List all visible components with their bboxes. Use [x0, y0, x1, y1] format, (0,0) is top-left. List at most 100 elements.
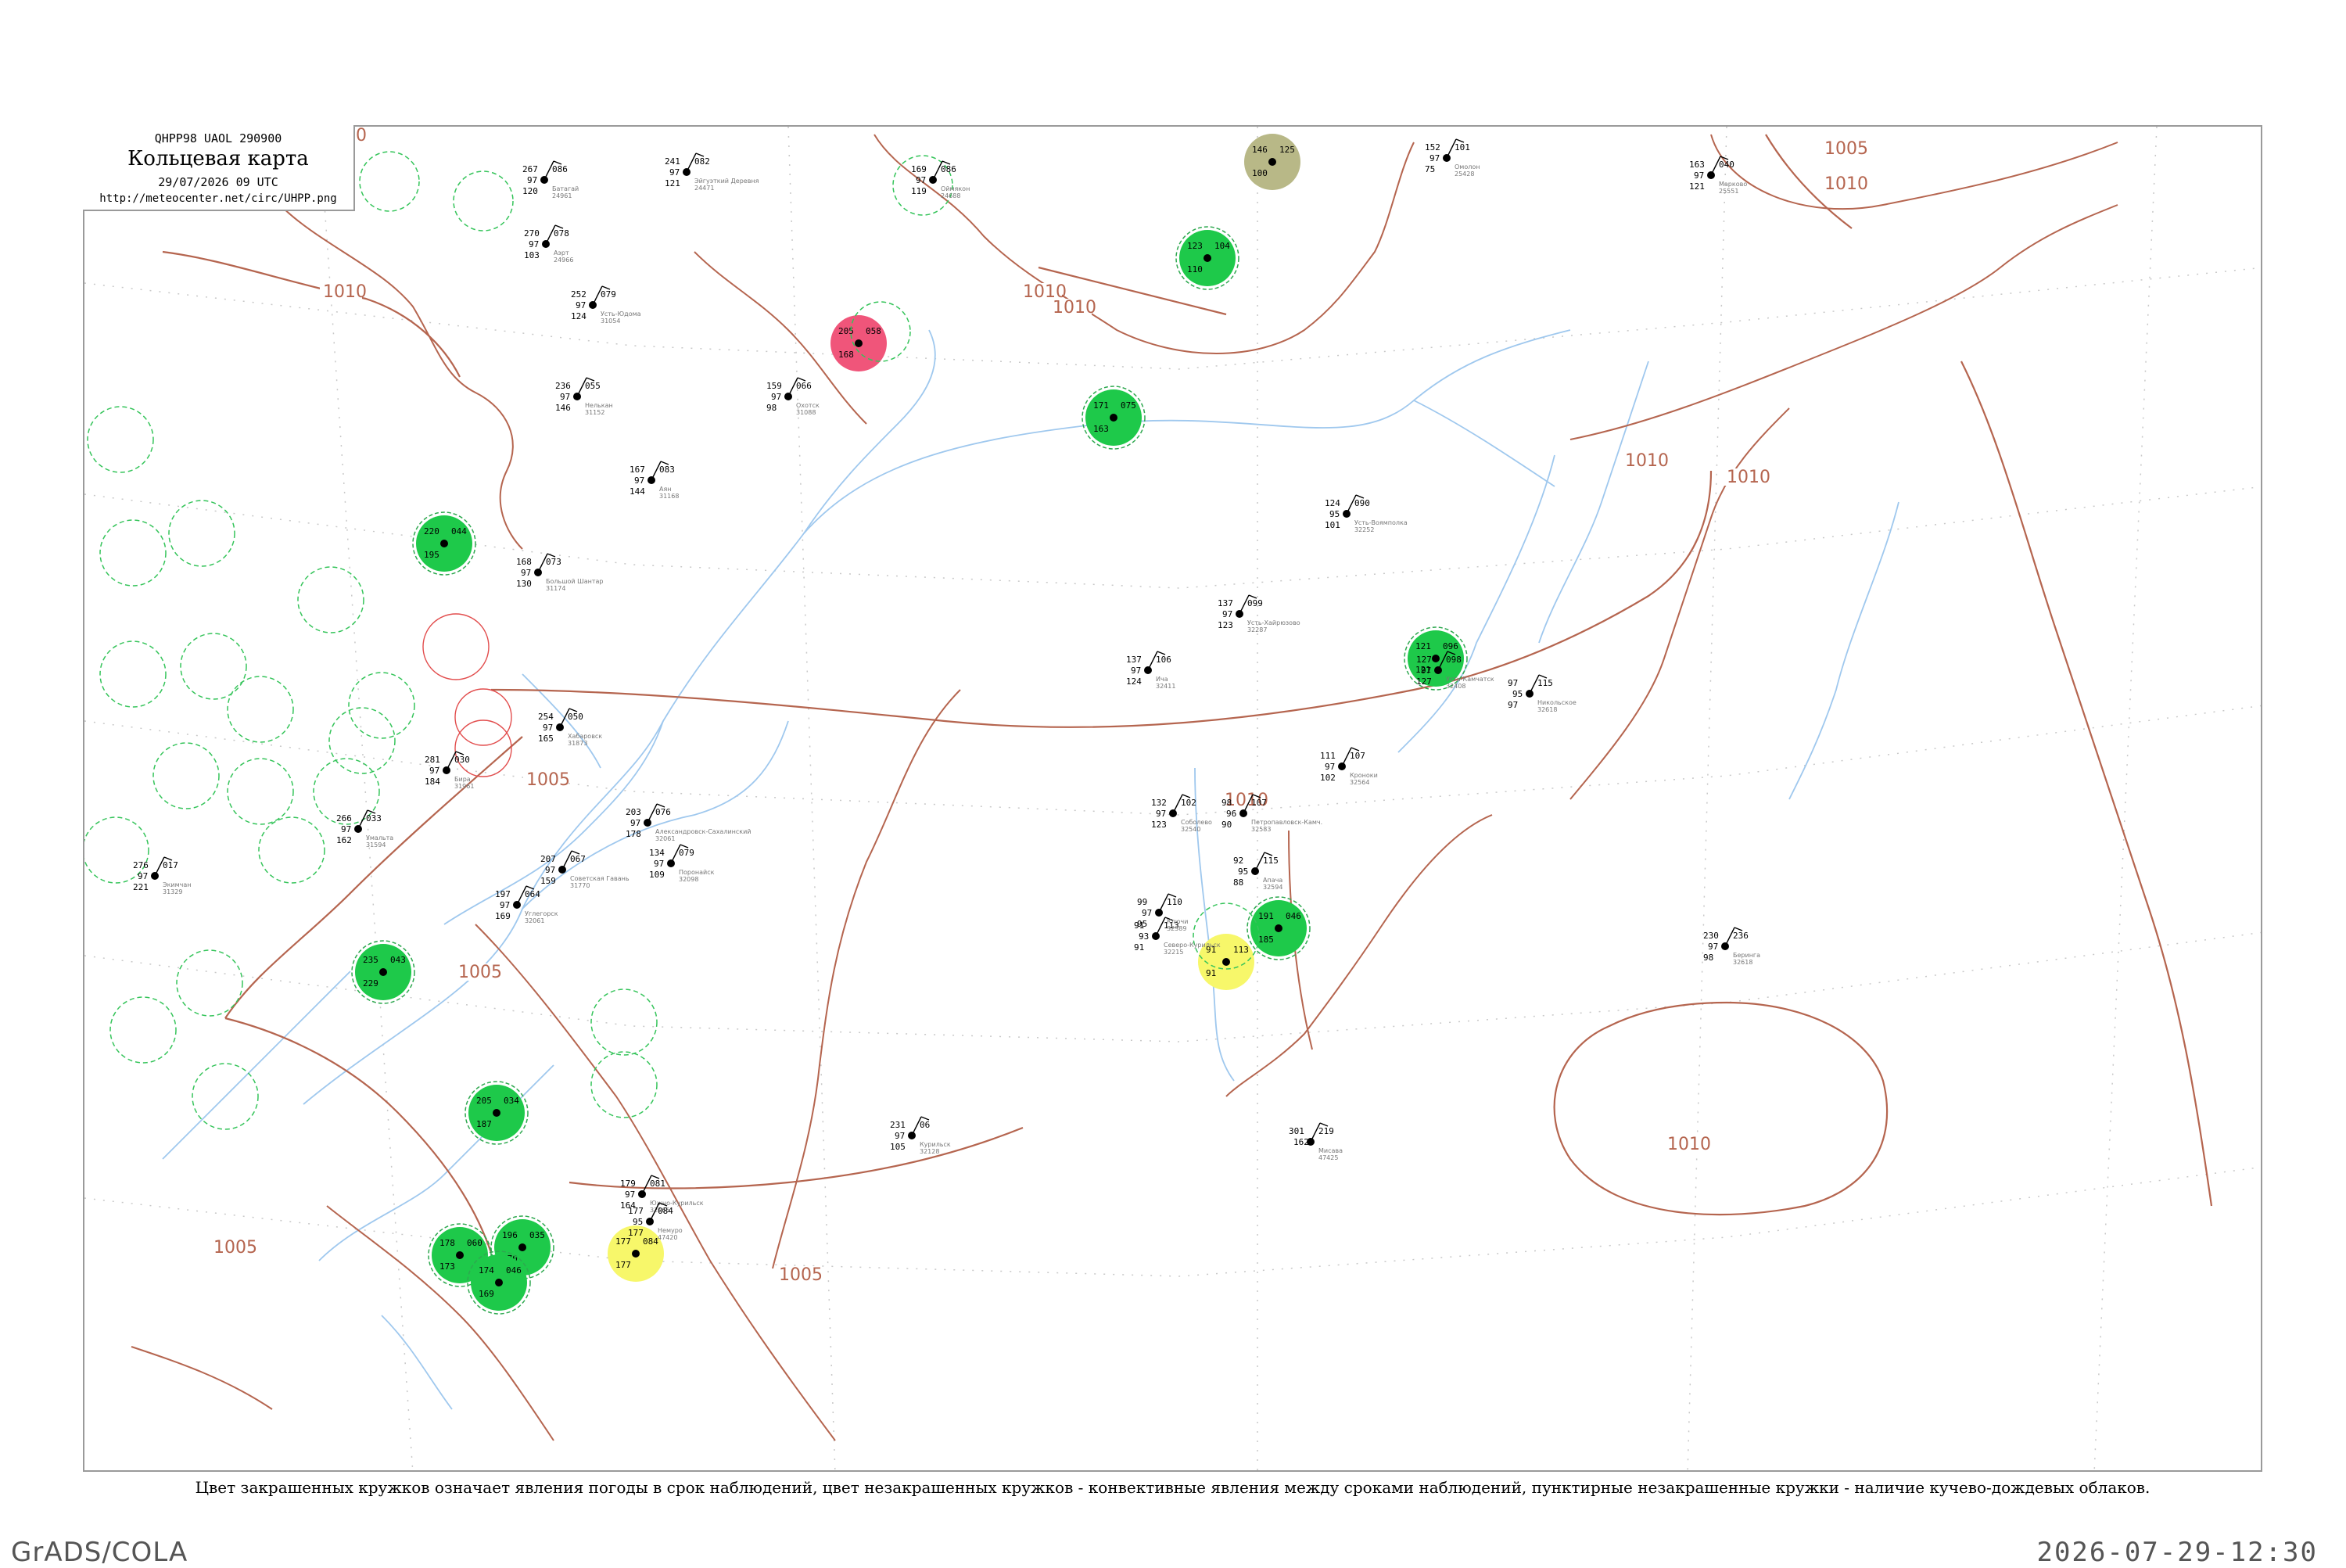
station-visibility: 159: [540, 876, 556, 886]
station-name: Немуро: [658, 1227, 683, 1234]
station-code: 32594: [1263, 884, 1282, 891]
isobar-label: 1010: [1625, 451, 1669, 471]
station[interactable]: 207 067 97159 Советская Гавань31770: [540, 850, 630, 889]
station-dew: 95: [1238, 867, 1248, 877]
station-dewpoint: 100: [1252, 168, 1268, 178]
station-pressure: 06: [920, 1120, 930, 1130]
station[interactable]: 111 107 97102 Кроноки32564: [1320, 747, 1378, 786]
station[interactable]: 230 236 9798 Беринга32618: [1703, 927, 1760, 966]
station[interactable]: 137 106 97124 Ича32411: [1126, 651, 1175, 690]
station-dewpoint: 185: [1258, 935, 1274, 945]
station-visibility: 169: [495, 911, 511, 921]
station-dew: 97: [429, 766, 439, 776]
map-frame[interactable]: 1010 1010 1010 1010 1005 1005 1005 1010 1010 101 0…: [83, 125, 2262, 1472]
station-temp: 132: [1151, 798, 1167, 808]
station[interactable]: 203 076 97178 Александровск-Сахалинский3206…: [626, 803, 752, 842]
station[interactable]: 152 101 9775 Омолон25428: [1425, 138, 1480, 178]
station-visibility: 178: [626, 829, 641, 839]
station[interactable]: 276 017 97221 Экимчан31329: [133, 856, 192, 895]
station-dot: [440, 540, 448, 547]
station-pressure: 125: [1279, 145, 1295, 155]
station-pressure: 082: [694, 156, 710, 167]
station-temp: 191: [1258, 911, 1274, 921]
station-visibility: 123: [1218, 620, 1233, 630]
station-temp: 152: [1425, 142, 1440, 152]
station-pressure: 044: [451, 526, 467, 536]
station-dew: 97: [341, 824, 351, 834]
circled-station[interactable]: 191 046 185: [1247, 896, 1311, 960]
station-temp: 99: [1137, 897, 1147, 907]
station[interactable]: 99 110 9795 Ключи32389: [1137, 893, 1188, 932]
station-name: Аян: [659, 486, 672, 493]
station-temp: 301: [1289, 1126, 1304, 1136]
station[interactable]: 137 099 97123 Усть-Хайрюзово32287: [1218, 594, 1300, 633]
station[interactable]: 270 078 97103 Аэрт24966: [524, 224, 573, 264]
station-pressure: 236: [1733, 931, 1749, 941]
station-visibility: 103: [524, 250, 540, 260]
station-temp: 179: [620, 1179, 636, 1189]
circled-station[interactable]: 235 043 229: [351, 940, 415, 1004]
station[interactable]: 301 219 162 Мисава47425: [1289, 1122, 1343, 1161]
station-dew: 97: [1429, 153, 1440, 163]
station-visibility: 144: [630, 486, 645, 497]
station-visibility: 127: [1416, 676, 1432, 687]
station[interactable]: 134 079 97109 Поронайск32098: [649, 844, 715, 883]
station-temp: 241: [665, 156, 680, 167]
station-dot: [493, 1109, 500, 1117]
station-temp: 235: [363, 955, 378, 965]
circled-station[interactable]: 146 125 100: [1244, 134, 1300, 190]
station[interactable]: 132 102 97123 Соболево32540: [1151, 794, 1212, 833]
station[interactable]: 92 115 9588 Апача32594: [1233, 852, 1282, 891]
station-name: Усть-Воямполка: [1354, 519, 1408, 526]
station-code: 32540: [1181, 826, 1200, 833]
station-visibility: 124: [571, 311, 586, 321]
station[interactable]: 254 050 97165 Хабаровск31873: [538, 708, 602, 747]
station[interactable]: 231 06 97105 Курильск32128: [890, 1116, 951, 1155]
station[interactable]: 252 079 97124 Усть-Юдома31054: [571, 285, 641, 325]
station-visibility: 97: [1508, 700, 1518, 710]
station-code: 24471: [694, 185, 714, 192]
station-temp: 281: [425, 755, 440, 765]
station-dew: 95: [1512, 689, 1523, 699]
circled-station[interactable]: 205 058168: [830, 315, 887, 371]
circled-station[interactable]: 174 046 169: [467, 1250, 531, 1315]
station-visibility: 165: [538, 734, 554, 744]
station-name: Кроноки: [1350, 772, 1378, 779]
station[interactable]: 169 086 97119 Оймякон24688: [911, 160, 970, 199]
station-pressure: 046: [506, 1265, 522, 1276]
station-pressure: 102: [1181, 798, 1196, 808]
source-url[interactable]: http://meteocenter.net/circ/UHPP.png: [83, 192, 353, 205]
station[interactable]: 124 090 95101 Усть-Воямполка32252: [1325, 494, 1408, 533]
station[interactable]: 236 055 97146 Нелькан31152: [555, 377, 613, 416]
station-name: Большой Шантар: [546, 578, 604, 585]
station-temp: 220: [424, 526, 439, 536]
station-name: Марково: [1719, 181, 1747, 188]
station-code: 31594: [366, 841, 386, 849]
station-pressure: 115: [1263, 856, 1279, 866]
station-temp: 92: [1233, 856, 1243, 866]
station[interactable]: 159 066 9798 Охотск31088: [766, 377, 820, 416]
station[interactable]: 97 115 9597 Никольское32618: [1508, 674, 1577, 713]
circled-station[interactable]: 171 075 163: [1082, 386, 1146, 450]
isobar-label: 1005: [458, 963, 502, 982]
station-code: 24966: [554, 257, 573, 264]
station[interactable]: 167 083 97144 Аян31168: [630, 461, 679, 500]
station[interactable]: 241 082 97121 Эйгуэткий Деревня24471: [665, 152, 759, 192]
station-dew: 95: [633, 1217, 643, 1227]
isobar-label: 1010: [1824, 174, 1868, 194]
station-code: 25551: [1719, 188, 1738, 195]
circled-station[interactable]: 123 104 110: [1175, 226, 1239, 290]
isobar-label: 1005: [1824, 139, 1868, 159]
station[interactable]: 267 086 97120 Батагай24961: [522, 160, 579, 199]
station-dewpoint: 195: [424, 550, 439, 560]
circled-station[interactable]: 205 034 187: [465, 1081, 529, 1145]
station-pressure: 113: [1233, 945, 1249, 955]
station-code: 31329: [163, 888, 182, 895]
station[interactable]: 266 033 97162 Умальта31594: [336, 809, 393, 849]
station-code: 31168: [659, 493, 679, 500]
station-name: Экимчан: [163, 881, 192, 888]
station-code: 32061: [655, 835, 675, 842]
station-name: Охотск: [796, 402, 820, 409]
station[interactable]: 168 073 97130 Большой Шантар31174: [516, 553, 604, 592]
circled-station[interactable]: 220 044 195: [412, 511, 476, 576]
